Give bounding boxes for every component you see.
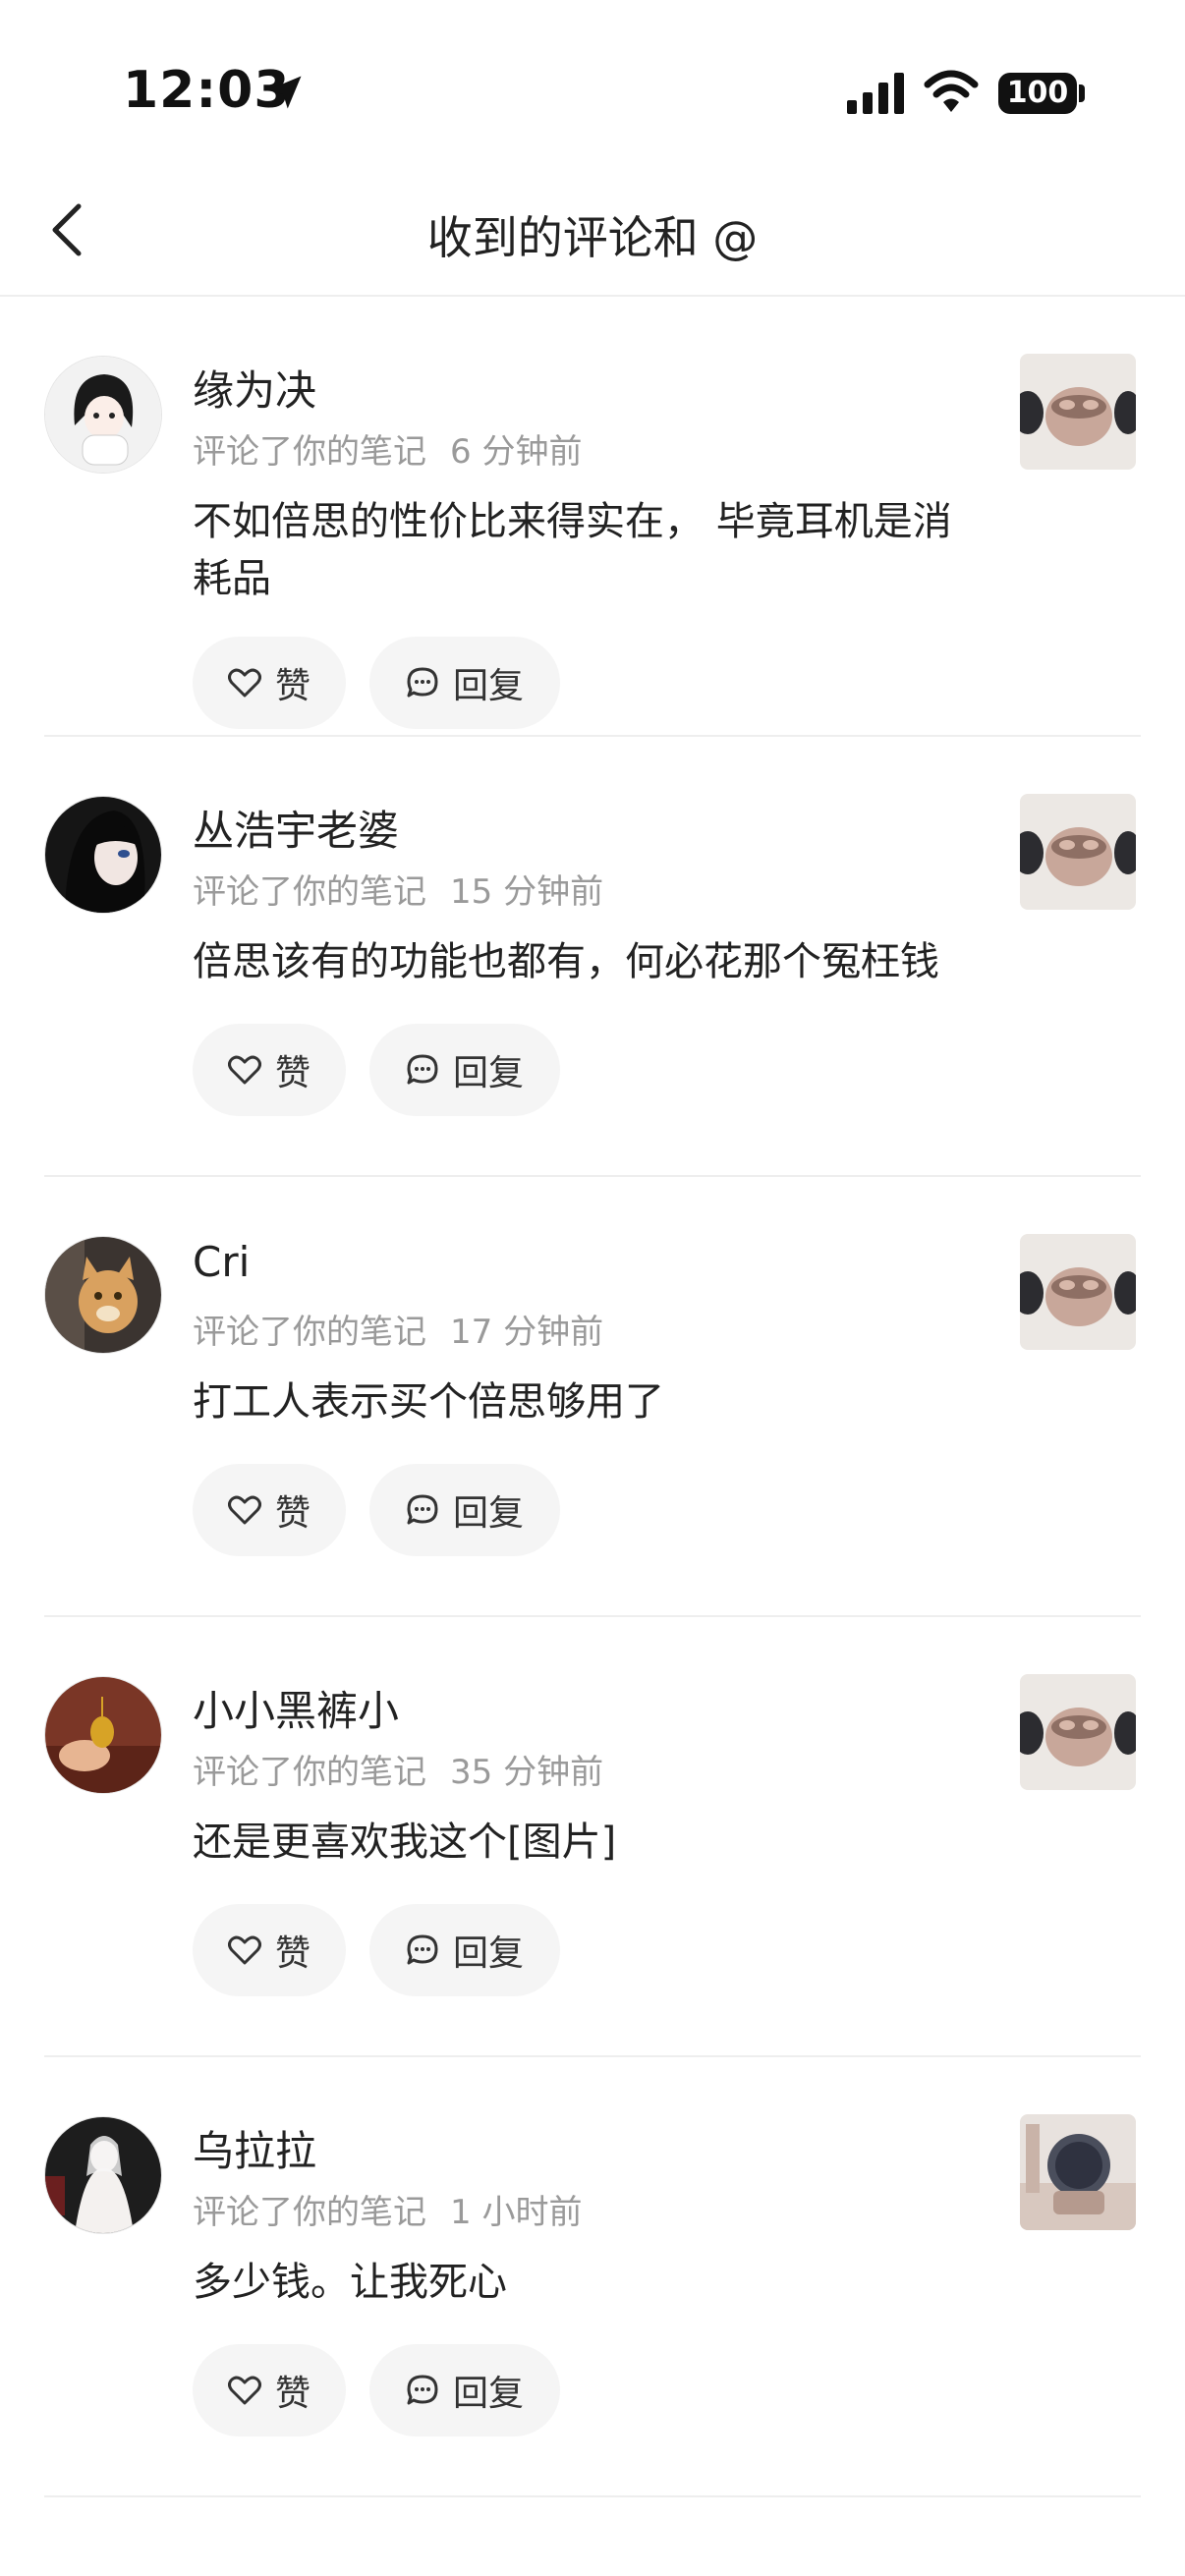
avatar[interactable]	[44, 356, 162, 474]
note-thumbnail[interactable]	[1020, 794, 1136, 910]
comment-action: 评论了你的笔记	[193, 1313, 426, 1352]
reply-button[interactable]: 回复	[369, 637, 560, 729]
comment-time: 1 小时前	[450, 2193, 583, 2232]
like-label: 赞	[274, 2374, 310, 2414]
like-button[interactable]: 赞	[193, 2344, 346, 2436]
like-label: 赞	[274, 1933, 310, 1974]
comment-item: 乌拉拉 评论了你的笔记 1 小时前 多少钱。让我死心 赞 回复	[0, 2057, 1185, 2497]
comment-text[interactable]: 倍思该有的功能也都有，何必花那个冤枉钱	[193, 933, 979, 990]
heart-icon	[227, 668, 261, 698]
like-label: 赞	[274, 1053, 310, 1093]
comment-time: 15 分钟前	[450, 872, 604, 912]
chat-bubble-icon	[407, 1054, 438, 1085]
comment-meta: 评论了你的笔记 1 小时前	[193, 2185, 582, 2233]
comment-action: 评论了你的笔记	[193, 432, 426, 472]
chat-bubble-icon	[407, 1494, 438, 1525]
chat-bubble-icon	[407, 2375, 438, 2405]
note-thumbnail[interactable]	[1020, 354, 1136, 470]
note-thumbnail[interactable]	[1020, 1674, 1136, 1790]
note-thumbnail[interactable]	[1020, 2114, 1136, 2230]
commenter-name[interactable]: Cri	[193, 1238, 250, 1286]
avatar[interactable]	[44, 1676, 162, 1794]
comment-meta: 评论了你的笔记 35 分钟前	[193, 1745, 603, 1793]
reply-button[interactable]: 回复	[369, 1904, 560, 1996]
reply-button[interactable]: 回复	[369, 1464, 560, 1556]
avatar[interactable]	[44, 796, 162, 914]
comment-text[interactable]: 还是更喜欢我这个[图片]	[193, 1814, 979, 1871]
reply-button[interactable]: 回复	[369, 2344, 560, 2436]
location-arrow-icon	[268, 76, 302, 109]
comment-text[interactable]: 多少钱。让我死心	[193, 2254, 979, 2311]
navigation-bar: 收到的评论和 @	[0, 167, 1185, 297]
cellular-signal-icon	[847, 73, 904, 114]
comment-list: 缘为决 评论了你的笔记 6 分钟前 不如倍思的性价比来得实在， 毕竟耳机是消耗品 …	[0, 297, 1185, 2497]
like-button[interactable]: 赞	[193, 1024, 346, 1116]
comment-time: 35 分钟前	[450, 1753, 604, 1792]
comment-meta: 评论了你的笔记 15 分钟前	[193, 865, 603, 913]
note-thumbnail[interactable]	[1020, 1234, 1136, 1350]
comment-time: 6 分钟前	[450, 432, 583, 472]
commenter-name[interactable]: 小小黑裤小	[193, 1678, 399, 1738]
comment-item: 丛浩宇老婆 评论了你的笔记 15 分钟前 倍思该有的功能也都有，何必花那个冤枉钱 …	[0, 737, 1185, 1177]
heart-icon	[227, 1935, 261, 1965]
reply-label: 回复	[452, 1933, 524, 1974]
comment-meta: 评论了你的笔记 6 分钟前	[193, 424, 582, 473]
like-button[interactable]: 赞	[193, 1464, 346, 1556]
battery-tip	[1079, 84, 1085, 102]
heart-icon	[227, 1495, 261, 1525]
comment-time: 17 分钟前	[450, 1313, 604, 1352]
like-button[interactable]: 赞	[193, 1904, 346, 1996]
comment-action: 评论了你的笔记	[193, 1753, 426, 1792]
reply-label: 回复	[452, 1053, 524, 1093]
reply-label: 回复	[452, 666, 524, 706]
like-button[interactable]: 赞	[193, 637, 346, 729]
avatar[interactable]	[44, 1236, 162, 1354]
heart-icon	[227, 1055, 261, 1085]
commenter-name[interactable]: 缘为决	[193, 358, 316, 418]
like-label: 赞	[274, 666, 310, 706]
chat-bubble-icon	[407, 667, 438, 698]
comment-item: 小小黑裤小 评论了你的笔记 35 分钟前 还是更喜欢我这个[图片] 赞 回复	[0, 1617, 1185, 2057]
chat-bubble-icon	[407, 1934, 438, 1965]
battery-level: 100	[998, 73, 1077, 114]
comment-item: Cri 评论了你的笔记 17 分钟前 打工人表示买个倍思够用了 赞 回复	[0, 1177, 1185, 1617]
commenter-name[interactable]: 乌拉拉	[193, 2118, 316, 2178]
avatar[interactable]	[44, 2116, 162, 2234]
comment-text[interactable]: 打工人表示买个倍思够用了	[193, 1373, 979, 1430]
wifi-icon	[924, 70, 979, 112]
comment-text[interactable]: 不如倍思的性价比来得实在， 毕竟耳机是消耗品	[193, 493, 979, 607]
comment-action: 评论了你的笔记	[193, 872, 426, 912]
comment-action: 评论了你的笔记	[193, 2193, 426, 2232]
reply-label: 回复	[452, 1493, 524, 1534]
reply-label: 回复	[452, 2374, 524, 2414]
comment-item: 缘为决 评论了你的笔记 6 分钟前 不如倍思的性价比来得实在， 毕竟耳机是消耗品 …	[0, 297, 1185, 737]
comment-meta: 评论了你的笔记 17 分钟前	[193, 1305, 603, 1353]
status-bar: 12:03 100	[0, 0, 1185, 167]
like-label: 赞	[274, 1493, 310, 1534]
reply-button[interactable]: 回复	[369, 1024, 560, 1116]
heart-icon	[227, 2376, 261, 2405]
commenter-name[interactable]: 丛浩宇老婆	[193, 798, 399, 858]
page-title: 收到的评论和 @	[426, 211, 759, 264]
